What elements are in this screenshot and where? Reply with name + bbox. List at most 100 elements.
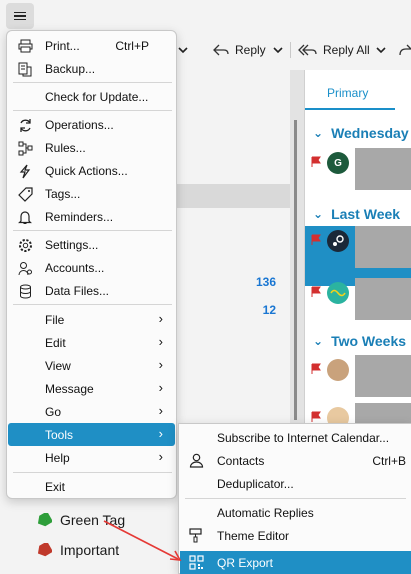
- menu-separator: [13, 230, 172, 231]
- menu-item-label: Help: [45, 451, 70, 465]
- flag-icon: [311, 363, 321, 374]
- tag-item-important[interactable]: Important: [36, 542, 119, 558]
- menu-item-label: Rules...: [45, 141, 86, 155]
- menu-item-label: Automatic Replies: [217, 506, 314, 520]
- message-row[interactable]: [305, 278, 411, 338]
- menu-item-quick-actions[interactable]: Quick Actions...: [8, 159, 175, 182]
- menu-item-view[interactable]: View ›: [8, 354, 175, 377]
- menu-item-file[interactable]: File ›: [8, 308, 175, 331]
- hamburger-menu-button[interactable]: [6, 3, 34, 29]
- tools-submenu: Subscribe to Internet Calendar... Contac…: [178, 423, 411, 574]
- menu-item-reminders[interactable]: Reminders...: [8, 205, 175, 228]
- gear-icon: [17, 237, 33, 253]
- menu-item-edit[interactable]: Edit ›: [8, 331, 175, 354]
- menu-item-label: Quick Actions...: [45, 164, 128, 178]
- unread-count: 12: [262, 303, 276, 317]
- reply-options-button[interactable]: [273, 40, 283, 60]
- chevron-right-icon: ›: [158, 357, 163, 372]
- reply-button[interactable]: Reply: [212, 40, 266, 60]
- menu-item-label: Operations...: [45, 118, 114, 132]
- shortcut-text: Ctrl+B: [372, 454, 406, 468]
- menu-item-label: Check for Update...: [45, 90, 149, 104]
- menu-separator: [13, 304, 172, 305]
- tag-label: Green Tag: [60, 512, 126, 528]
- dropdown-chevron-button[interactable]: [178, 40, 188, 60]
- menu-item-check-update[interactable]: Check for Update...: [8, 85, 175, 108]
- menu-item-rules[interactable]: Rules...: [8, 136, 175, 159]
- flag-icon: [311, 286, 321, 297]
- submenu-item-theme-editor[interactable]: Theme Editor: [180, 524, 411, 547]
- menu-separator: [13, 472, 172, 473]
- menu-item-tags[interactable]: Tags...: [8, 182, 175, 205]
- menu-separator: [13, 82, 172, 83]
- menu-item-label: Message: [45, 382, 94, 396]
- menu-item-label: Theme Editor: [217, 529, 290, 543]
- message-preview: [355, 355, 411, 397]
- avatar: G: [327, 152, 349, 174]
- tab-primary[interactable]: Primary: [305, 80, 411, 110]
- menu-item-operations[interactable]: Operations...: [8, 113, 175, 136]
- menu-item-label: Data Files...: [45, 284, 110, 298]
- chevron-down-icon: [273, 47, 283, 54]
- forward-button[interactable]: [398, 40, 411, 60]
- menu-item-tools[interactable]: Tools ›: [8, 423, 175, 446]
- bell-icon: [17, 209, 33, 225]
- menu-item-go[interactable]: Go ›: [8, 400, 175, 423]
- submenu-item-automatic-replies[interactable]: Automatic Replies: [180, 501, 411, 524]
- logo-icon: [330, 289, 346, 297]
- flag-icon: [311, 411, 321, 422]
- menu-item-label: Backup...: [45, 62, 96, 76]
- forward-icon: [399, 44, 411, 56]
- steam-avatar: [327, 230, 349, 252]
- chevron-right-icon: ›: [158, 380, 163, 395]
- menu-item-accounts[interactable]: Accounts...: [8, 256, 175, 279]
- shortcut-text: Ctrl+P: [115, 39, 149, 53]
- folder-scrollbar[interactable]: [294, 120, 297, 420]
- group-header-wednesday[interactable]: ⌄ Wednesday: [305, 122, 409, 144]
- qr-code-icon: [189, 555, 205, 571]
- menu-item-backup[interactable]: Backup...: [8, 57, 175, 80]
- paint-roller-icon: [189, 528, 205, 544]
- menu-item-label: Edit: [45, 336, 66, 350]
- toolbar-divider: [290, 42, 291, 58]
- menu-item-data-files[interactable]: Data Files...: [8, 279, 175, 302]
- submenu-item-contacts[interactable]: Contacts Ctrl+B: [180, 449, 411, 472]
- menu-item-label: Exit: [45, 480, 66, 494]
- menu-item-label: View: [45, 359, 71, 373]
- avatar: [327, 359, 349, 381]
- group-header-last-week[interactable]: ⌄ Last Week: [305, 203, 400, 225]
- unread-count: 136: [255, 275, 276, 289]
- person-icon: [189, 453, 205, 469]
- reply-all-options-button[interactable]: [376, 40, 386, 60]
- message-preview: [355, 148, 411, 190]
- reply-icon: [213, 44, 229, 56]
- avatar: [327, 282, 349, 304]
- chevron-down-icon: [178, 47, 188, 54]
- message-row[interactable]: G: [305, 148, 411, 208]
- lightning-icon: [17, 163, 33, 179]
- steam-icon: [333, 235, 344, 246]
- submenu-item-qr-export[interactable]: QR Export: [180, 551, 411, 574]
- menu-item-help[interactable]: Help ›: [8, 446, 175, 469]
- database-icon: [17, 283, 33, 299]
- menu-item-message[interactable]: Message ›: [8, 377, 175, 400]
- tag-item-green[interactable]: Green Tag: [36, 512, 125, 528]
- printer-icon: [17, 38, 33, 54]
- group-header-two-weeks[interactable]: ⌄ Two Weeks: [305, 330, 406, 352]
- backup-icon: [17, 61, 33, 77]
- submenu-item-deduplicator[interactable]: Deduplicator...: [180, 472, 411, 495]
- reply-all-button[interactable]: Reply All: [298, 40, 370, 60]
- hamburger-icon: [14, 11, 26, 21]
- menu-item-settings[interactable]: Settings...: [8, 233, 175, 256]
- message-row[interactable]: [305, 226, 411, 286]
- group-label: Two Weeks: [331, 333, 407, 349]
- menu-item-label: File: [45, 313, 65, 327]
- menu-item-exit[interactable]: Exit: [8, 475, 175, 498]
- menu-separator: [13, 110, 172, 111]
- folder-selection-band: [172, 184, 290, 208]
- menu-item-label: Subscribe to Internet Calendar...: [217, 431, 390, 445]
- tab-label: Primary: [327, 86, 369, 100]
- menu-item-print[interactable]: Print... Ctrl+P: [8, 34, 175, 57]
- flag-icon: [311, 234, 321, 245]
- submenu-item-subscribe-calendar[interactable]: Subscribe to Internet Calendar...: [180, 426, 411, 449]
